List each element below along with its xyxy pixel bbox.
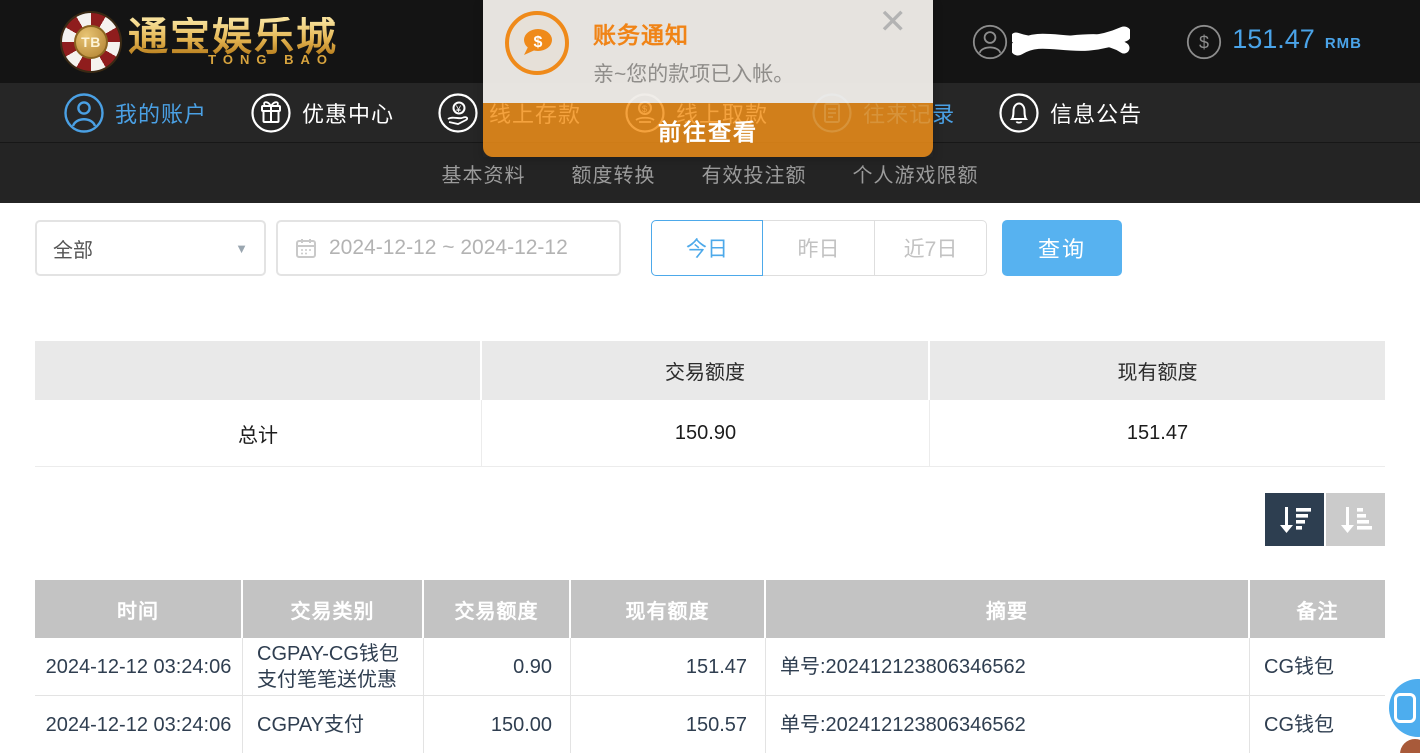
sort-ascending-button[interactable] bbox=[1326, 493, 1385, 546]
subnav-game-limits[interactable]: 个人游戏限额 bbox=[853, 159, 979, 188]
subnav-credit-transfer[interactable]: 额度转换 bbox=[572, 159, 656, 188]
deposit-icon: ¥ bbox=[438, 93, 478, 133]
bell-icon bbox=[999, 93, 1039, 133]
site-logo[interactable]: TB 通宝娱乐城 TONG BAO bbox=[62, 13, 338, 71]
summary-header-balance: 现有额度 bbox=[930, 341, 1385, 400]
nav-label: 信息公告 bbox=[1050, 97, 1142, 129]
summary-balance-total: 151.47 bbox=[930, 400, 1385, 466]
svg-text:$: $ bbox=[1199, 32, 1209, 52]
sort-ascending-icon bbox=[1338, 504, 1374, 536]
chat-device-icon bbox=[1394, 693, 1416, 723]
cell-balance: 151.47 bbox=[571, 638, 766, 695]
svg-text:¥: ¥ bbox=[455, 104, 462, 114]
user-icon bbox=[972, 24, 1008, 60]
svg-text:$: $ bbox=[534, 34, 543, 51]
gift-icon bbox=[251, 93, 291, 133]
quick-date-group: 今日 昨日 近7日 bbox=[651, 220, 987, 276]
account-notification-popup: $ 账务通知 亲~您的款项已入帐。 ✕ 前往查看 bbox=[483, 0, 933, 157]
cell-summary: 单号:202412123806346562 bbox=[766, 638, 1250, 695]
notification-title: 账务通知 bbox=[593, 16, 689, 50]
type-select-value: 全部 bbox=[53, 234, 93, 263]
col-header-balance: 现有额度 bbox=[571, 580, 766, 638]
date-range-input[interactable]: 2024-12-12 ~ 2024-12-12 bbox=[276, 220, 621, 276]
balance-amount: 151.47 bbox=[1232, 24, 1315, 55]
balance-currency: RMB bbox=[1325, 35, 1362, 52]
cell-note: CG钱包 bbox=[1250, 696, 1385, 753]
casino-chip-icon: TB bbox=[62, 13, 120, 71]
quick-7days-button[interactable]: 近7日 bbox=[875, 220, 987, 276]
nav-item-my-account[interactable]: 我的账户 bbox=[64, 93, 207, 133]
cell-balance: 150.57 bbox=[571, 696, 766, 753]
quick-today-button[interactable]: 今日 bbox=[651, 220, 763, 276]
summary-header-transaction: 交易额度 bbox=[482, 341, 930, 400]
notification-message: 亲~您的款项已入帐。 bbox=[593, 58, 794, 88]
summary-header-row: 交易额度 现有额度 bbox=[35, 341, 1385, 400]
censor-scribble bbox=[1012, 24, 1130, 62]
col-header-amount: 交易额度 bbox=[424, 580, 571, 638]
cell-time: 2024-12-12 03:24:06 bbox=[35, 696, 243, 753]
summary-transaction-total: 150.90 bbox=[482, 400, 930, 466]
cell-time: 2024-12-12 03:24:06 bbox=[35, 638, 243, 695]
filter-row: 全部 ▼ 2024-12-12 ~ 2024-12-12 今日 昨日 bbox=[35, 220, 1385, 276]
date-range-value: 2024-12-12 ~ 2024-12-12 bbox=[329, 236, 568, 260]
subnav-valid-bets[interactable]: 有效投注额 bbox=[702, 159, 807, 188]
account-icon bbox=[64, 93, 104, 133]
sort-controls bbox=[35, 493, 1385, 546]
username-censored: ··· bbox=[1016, 24, 1124, 60]
logo-subtitle: TONG BAO bbox=[208, 53, 334, 66]
dollar-circle-icon: $ bbox=[1186, 24, 1222, 60]
type-select[interactable]: 全部 ▼ bbox=[35, 220, 266, 276]
cell-amount: 0.90 bbox=[424, 638, 571, 695]
calendar-icon bbox=[294, 236, 318, 260]
user-account-menu[interactable]: ··· bbox=[972, 24, 1124, 60]
nav-item-promotions[interactable]: 优惠中心 bbox=[251, 93, 394, 133]
cell-summary: 单号:202412123806346562 bbox=[766, 696, 1250, 753]
col-header-summary: 摘要 bbox=[766, 580, 1250, 638]
transactions-table: 时间 交易类别 交易额度 现有额度 摘要 备注 2024-12-12 03:24… bbox=[35, 580, 1385, 753]
nav-label: 我的账户 bbox=[115, 97, 207, 129]
col-header-note: 备注 bbox=[1250, 580, 1385, 638]
subnav-basic-info[interactable]: 基本资料 bbox=[442, 159, 526, 188]
close-icon[interactable]: ✕ bbox=[879, 4, 908, 41]
records-content: 全部 ▼ 2024-12-12 ~ 2024-12-12 今日 昨日 bbox=[0, 203, 1420, 753]
cell-type: CGPAY-CG钱包支付笔笔送优惠 bbox=[243, 638, 424, 695]
account-records-page: TB 通宝娱乐城 TONG BAO ··· bbox=[0, 0, 1420, 753]
summary-total-row: 总计 150.90 151.47 bbox=[35, 400, 1385, 467]
summary-table: 交易额度 现有额度 总计 150.90 151.47 bbox=[35, 341, 1385, 467]
sort-descending-icon bbox=[1277, 504, 1313, 536]
chip-monogram: TB bbox=[74, 25, 108, 59]
cell-amount: 150.00 bbox=[424, 696, 571, 753]
nav-item-announcements[interactable]: 信息公告 bbox=[999, 93, 1142, 133]
wallet-balance[interactable]: $ 151.47 RMB bbox=[1186, 24, 1362, 60]
money-message-icon: $ bbox=[505, 11, 569, 75]
quick-yesterday-button[interactable]: 昨日 bbox=[763, 220, 875, 276]
col-header-type: 交易类别 bbox=[243, 580, 424, 638]
table-row: 2024-12-12 03:24:06 CGPAY支付 150.00 150.5… bbox=[35, 696, 1385, 753]
query-button[interactable]: 查询 bbox=[1002, 220, 1122, 276]
logo-title: 通宝娱乐城 bbox=[128, 17, 338, 57]
table-row: 2024-12-12 03:24:06 CGPAY-CG钱包支付笔笔送优惠 0.… bbox=[35, 638, 1385, 696]
transactions-header-row: 时间 交易类别 交易额度 现有额度 摘要 备注 bbox=[35, 580, 1385, 638]
summary-total-label: 总计 bbox=[35, 400, 482, 466]
col-header-time: 时间 bbox=[35, 580, 243, 638]
nav-label: 优惠中心 bbox=[302, 97, 394, 129]
cell-note: CG钱包 bbox=[1250, 638, 1385, 695]
go-view-button[interactable]: 前往查看 bbox=[483, 103, 933, 157]
sort-descending-button[interactable] bbox=[1265, 493, 1324, 546]
chevron-down-icon: ▼ bbox=[235, 241, 248, 256]
cell-type: CGPAY支付 bbox=[243, 696, 424, 753]
summary-header-empty bbox=[35, 341, 482, 400]
